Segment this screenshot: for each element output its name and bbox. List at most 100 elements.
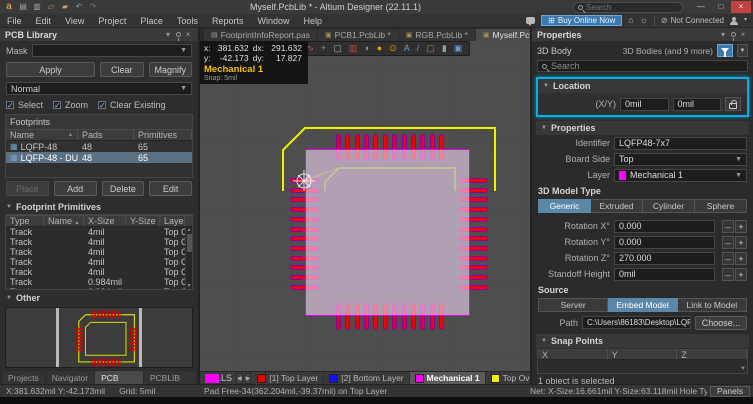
other-section-header[interactable]: ▼ Other: [0, 290, 198, 305]
layer-tab[interactable]: [1] Top Layer: [252, 372, 324, 385]
place-button[interactable]: Place: [6, 181, 49, 196]
panel-close-icon[interactable]: ×: [183, 29, 193, 41]
home-icon[interactable]: ⌂: [628, 15, 633, 26]
scrollbar-thumb[interactable]: [187, 234, 192, 252]
location-lock-button[interactable]: [725, 97, 741, 111]
rotation-x-field[interactable]: 0.000: [614, 220, 715, 233]
panel-dropdown-icon[interactable]: ▾: [718, 29, 728, 41]
pad-tool-icon[interactable]: ▥: [349, 42, 358, 55]
left-tab-navigator[interactable]: Navigator: [46, 371, 94, 384]
tab-pcb1-pcblib[interactable]: ▣PCB1.PcbLib *: [318, 29, 398, 41]
footprint-primitives-section-header[interactable]: ▼ Footprint Primitives: [0, 199, 198, 214]
snap-points-table-header[interactable]: X Y Z: [537, 349, 748, 360]
apply-button[interactable]: Apply: [6, 62, 95, 77]
dashed-rect-tool-icon[interactable]: ▢: [426, 42, 435, 55]
edit-button[interactable]: Edit: [149, 181, 192, 196]
location-x-field[interactable]: 0mil: [620, 98, 669, 111]
model-type-generic[interactable]: Generic: [538, 199, 591, 213]
layer-tab[interactable]: Top Overlay: [486, 372, 530, 385]
global-search-box[interactable]: [573, 2, 683, 13]
standoff-height-field[interactable]: 0mil: [614, 268, 715, 281]
layer-dropdown[interactable]: Mechanical 1▼: [614, 169, 747, 182]
connection-status[interactable]: ⊘Not Connected: [661, 16, 724, 25]
rotation-y-increment-button[interactable]: +: [735, 236, 747, 249]
panel-pin-icon[interactable]: [728, 29, 738, 41]
mask-dropdown[interactable]: ▼: [32, 44, 192, 57]
magnify-button[interactable]: Magnify: [149, 62, 192, 77]
preview-splitter-left[interactable]: [56, 308, 59, 367]
panel-pin-icon[interactable]: [173, 29, 183, 41]
maximize-button[interactable]: □: [711, 1, 731, 13]
rotation-z-field[interactable]: 270.000: [614, 252, 715, 265]
scroll-down-icon[interactable]: ▼: [187, 283, 192, 289]
buy-online-button[interactable]: ⊞Buy Online Now: [541, 15, 622, 26]
location-section-header[interactable]: ▼ Location: [538, 79, 747, 93]
rotation-z-increment-button[interactable]: +: [735, 252, 747, 265]
rotation-y-field[interactable]: 0.000: [614, 236, 715, 249]
fill-tool-icon[interactable]: ▮: [442, 42, 447, 55]
primitive-row[interactable]: Track0.984milTop Over...: [6, 287, 192, 289]
menu-project[interactable]: Project: [91, 14, 133, 28]
user-dropdown-chevron-icon[interactable]: ▾: [744, 15, 747, 26]
tab-footprintinforeport[interactable]: ▤FootprintInfoReport.pas: [204, 29, 317, 41]
board-side-dropdown[interactable]: Top▼: [614, 153, 747, 166]
rotation-y-decrement-button[interactable]: –: [722, 236, 734, 249]
global-search-input[interactable]: [586, 3, 666, 12]
undo-icon[interactable]: ↶: [74, 2, 84, 12]
menu-tools[interactable]: Tools: [170, 14, 205, 28]
menu-place[interactable]: Place: [133, 14, 170, 28]
source-embed-model[interactable]: Embed Model: [608, 298, 677, 312]
delete-button[interactable]: Delete: [102, 181, 145, 196]
save-all-icon[interactable]: ▥: [32, 2, 42, 12]
minimize-button[interactable]: —: [691, 1, 711, 13]
layer-tab[interactable]: Mechanical 1: [410, 372, 486, 385]
standoff-decrement-button[interactable]: –: [722, 268, 734, 281]
string-tool-icon[interactable]: A: [404, 42, 410, 55]
via-tool-icon[interactable]: ●: [377, 42, 382, 55]
panel-close-icon[interactable]: ×: [738, 29, 748, 41]
close-button[interactable]: ×: [731, 1, 751, 13]
open-document-icon[interactable]: ▰: [60, 2, 70, 12]
rotation-z-decrement-button[interactable]: –: [722, 252, 734, 265]
primitive-row[interactable]: Track0.984milTop Over...: [6, 277, 192, 287]
footprints-list-empty-space[interactable]: [6, 163, 192, 177]
rotation-x-decrement-button[interactable]: –: [722, 220, 734, 233]
footprint-row[interactable]: ▦LQFP-48 - DUPLICATE4865: [6, 152, 192, 163]
left-tab-projects[interactable]: Projects: [2, 371, 45, 384]
snap-points-list[interactable]: ▼: [537, 360, 748, 374]
pin-tool-icon[interactable]: ⊙: [389, 42, 397, 55]
rect-tool-icon[interactable]: ▢: [333, 42, 342, 55]
layer-tab[interactable]: [2] Bottom Layer: [324, 372, 409, 385]
comments-icon[interactable]: [526, 17, 535, 24]
layer-scroll-right-icon[interactable]: ▶: [245, 373, 252, 384]
zoom-checkbox[interactable]: ✓: [53, 101, 61, 109]
primitive-row[interactable]: Track4milTop Over...: [6, 227, 192, 237]
scroll-down-icon[interactable]: ▼: [740, 366, 746, 372]
standoff-increment-button[interactable]: +: [735, 268, 747, 281]
select-checkbox[interactable]: ✓: [6, 101, 14, 109]
source-link-to-model[interactable]: Link to Model: [678, 298, 747, 312]
rotation-x-increment-button[interactable]: +: [735, 220, 747, 233]
current-layer-chip[interactable]: LS: [202, 373, 235, 383]
menu-file[interactable]: File: [0, 14, 29, 28]
primitive-row[interactable]: Track4milTop Over...: [6, 257, 192, 267]
3d-body-shape[interactable]: [305, 149, 470, 316]
mask-mode-dropdown[interactable]: Normal▼: [6, 82, 192, 95]
left-tab-pcb-library[interactable]: PCB Library: [95, 371, 143, 384]
user-account-icon[interactable]: [730, 17, 738, 25]
redo-icon[interactable]: ↷: [88, 2, 98, 12]
plus-tool-icon[interactable]: +: [321, 42, 326, 55]
model-type-extruded[interactable]: Extruded: [591, 199, 643, 213]
pcb-canvas[interactable]: x:381.632dx:291.632 y:-42.173dy:17.827 M…: [200, 41, 530, 371]
footprint-row[interactable]: ▦LQFP-484865: [6, 141, 192, 152]
scroll-up-icon[interactable]: ▲: [187, 227, 192, 233]
primitives-list[interactable]: Track4milTop Over...Track4milTop Over...…: [6, 227, 192, 289]
menu-help[interactable]: Help: [296, 14, 329, 28]
primitive-row[interactable]: Track4milTop Over...: [6, 247, 192, 257]
settings-gear-icon[interactable]: ☼: [640, 15, 648, 26]
layer-scroll-left-icon[interactable]: ◀: [236, 373, 243, 384]
open-folder-icon[interactable]: ▱: [46, 2, 56, 12]
left-tab-pcblib-filter[interactable]: PCBLIB Filter: [144, 371, 196, 384]
region-tool-icon[interactable]: ◗: [364, 42, 369, 55]
menu-view[interactable]: View: [58, 14, 91, 28]
